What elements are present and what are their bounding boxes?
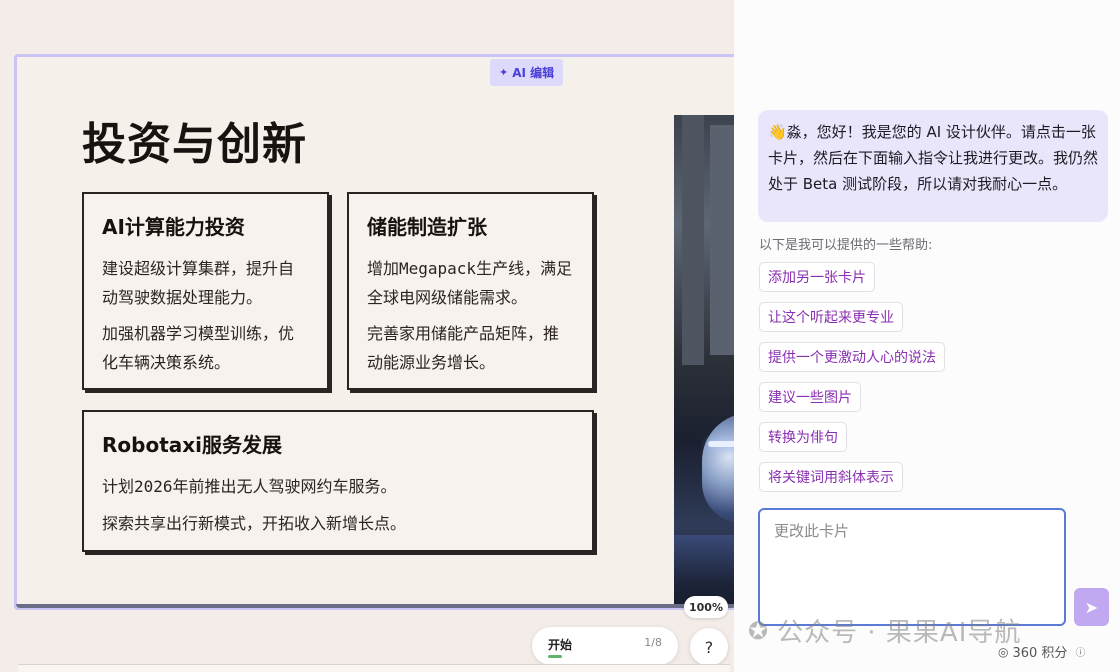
content-card[interactable]: 储能制造扩张 增加Megapack生产线，满足全球电网级储能需求。 完善家用储能… — [347, 192, 594, 390]
card-edit-input[interactable] — [760, 510, 1064, 624]
coin-icon: ◎ — [998, 644, 1009, 659]
start-label: 开始 — [548, 638, 573, 652]
slide-title[interactable]: 投资与创新 — [82, 108, 307, 172]
suggestion-chip[interactable]: 转换为俳句 — [759, 422, 847, 452]
send-arrow-icon: ➤ — [1084, 597, 1099, 617]
sparkle-icon: ✦ — [499, 66, 509, 79]
zoom-level[interactable]: 100% — [684, 596, 728, 618]
help-label: 以下是我可以提供的一些帮助: — [759, 238, 933, 253]
ai-edit-label: AI 编辑 — [512, 66, 555, 80]
ai-assistant-panel: 👋淼，您好！我是您的 AI 设计伙伴。请点击一张卡片，然后在下面输入指令让我进行… — [734, 0, 1120, 672]
suggestion-chip[interactable]: 提供一个更激动人心的说法 — [759, 342, 945, 372]
info-icon[interactable]: ⓘ — [1075, 644, 1085, 659]
building-shape — [682, 115, 704, 365]
card-text: 建设超级计算集群，提升自动驾驶数据处理能力。 — [102, 259, 295, 307]
card-text: 探索共享出行新模式，开拓收入新增长点。 — [102, 514, 407, 533]
content-card[interactable]: AI计算能力投资 建设超级计算集群，提升自动驾驶数据处理能力。 加强机器学习模型… — [82, 192, 329, 390]
bottom-scrollbar[interactable] — [18, 664, 730, 672]
points-balance[interactable]: ◎ 360 积分 ⓘ — [998, 642, 1085, 662]
card-text: 完善家用储能产品矩阵，推动能源业务增长。 — [367, 324, 560, 372]
suggestion-chip[interactable]: 添加另一张卡片 — [759, 262, 875, 292]
page-counter: 1/8 — [644, 636, 662, 649]
content-card[interactable]: Robotaxi服务发展 计划2026年前推出无人驾驶网约车服务。 探索共享出行… — [82, 410, 594, 552]
progress-bar — [548, 655, 562, 658]
suggestion-chip[interactable]: 建议一些图片 — [759, 382, 861, 412]
card-text: 计划2026年前推出无人驾驶网约车服务。 — [102, 477, 397, 496]
card-heading: AI计算能力投资 — [102, 215, 245, 239]
assistant-greeting: 👋淼，您好！我是您的 AI 设计伙伴。请点击一张卡片，然后在下面输入指令让我进行… — [758, 110, 1108, 222]
suggestion-chip[interactable]: 将关键词用斜体表示 — [759, 462, 903, 492]
card-text: 加强机器学习模型训练，优化车辆决策系统。 — [102, 324, 295, 372]
slide-canvas: ✦ AI 编辑 投资与创新 AI计算能力投资 建设超级计算集群，提升自动驾驶数据… — [0, 0, 744, 672]
send-button[interactable]: ➤ — [1074, 588, 1109, 626]
suggestion-chip[interactable]: 让这个听起来更专业 — [759, 302, 903, 332]
card-heading: Robotaxi服务发展 — [102, 433, 283, 457]
start-presentation-button[interactable]: 开始 1/8 — [532, 627, 678, 665]
points-value: 360 积分 — [1012, 646, 1068, 661]
ai-edit-button[interactable]: ✦ AI 编辑 — [490, 59, 564, 86]
help-button[interactable]: ? — [690, 628, 728, 666]
card-text: 增加Megapack生产线，满足全球电网级储能需求。 — [367, 259, 573, 307]
card-edit-input-box[interactable] — [758, 508, 1066, 626]
slide-edge — [16, 604, 736, 608]
card-heading: 储能制造扩张 — [367, 215, 487, 239]
